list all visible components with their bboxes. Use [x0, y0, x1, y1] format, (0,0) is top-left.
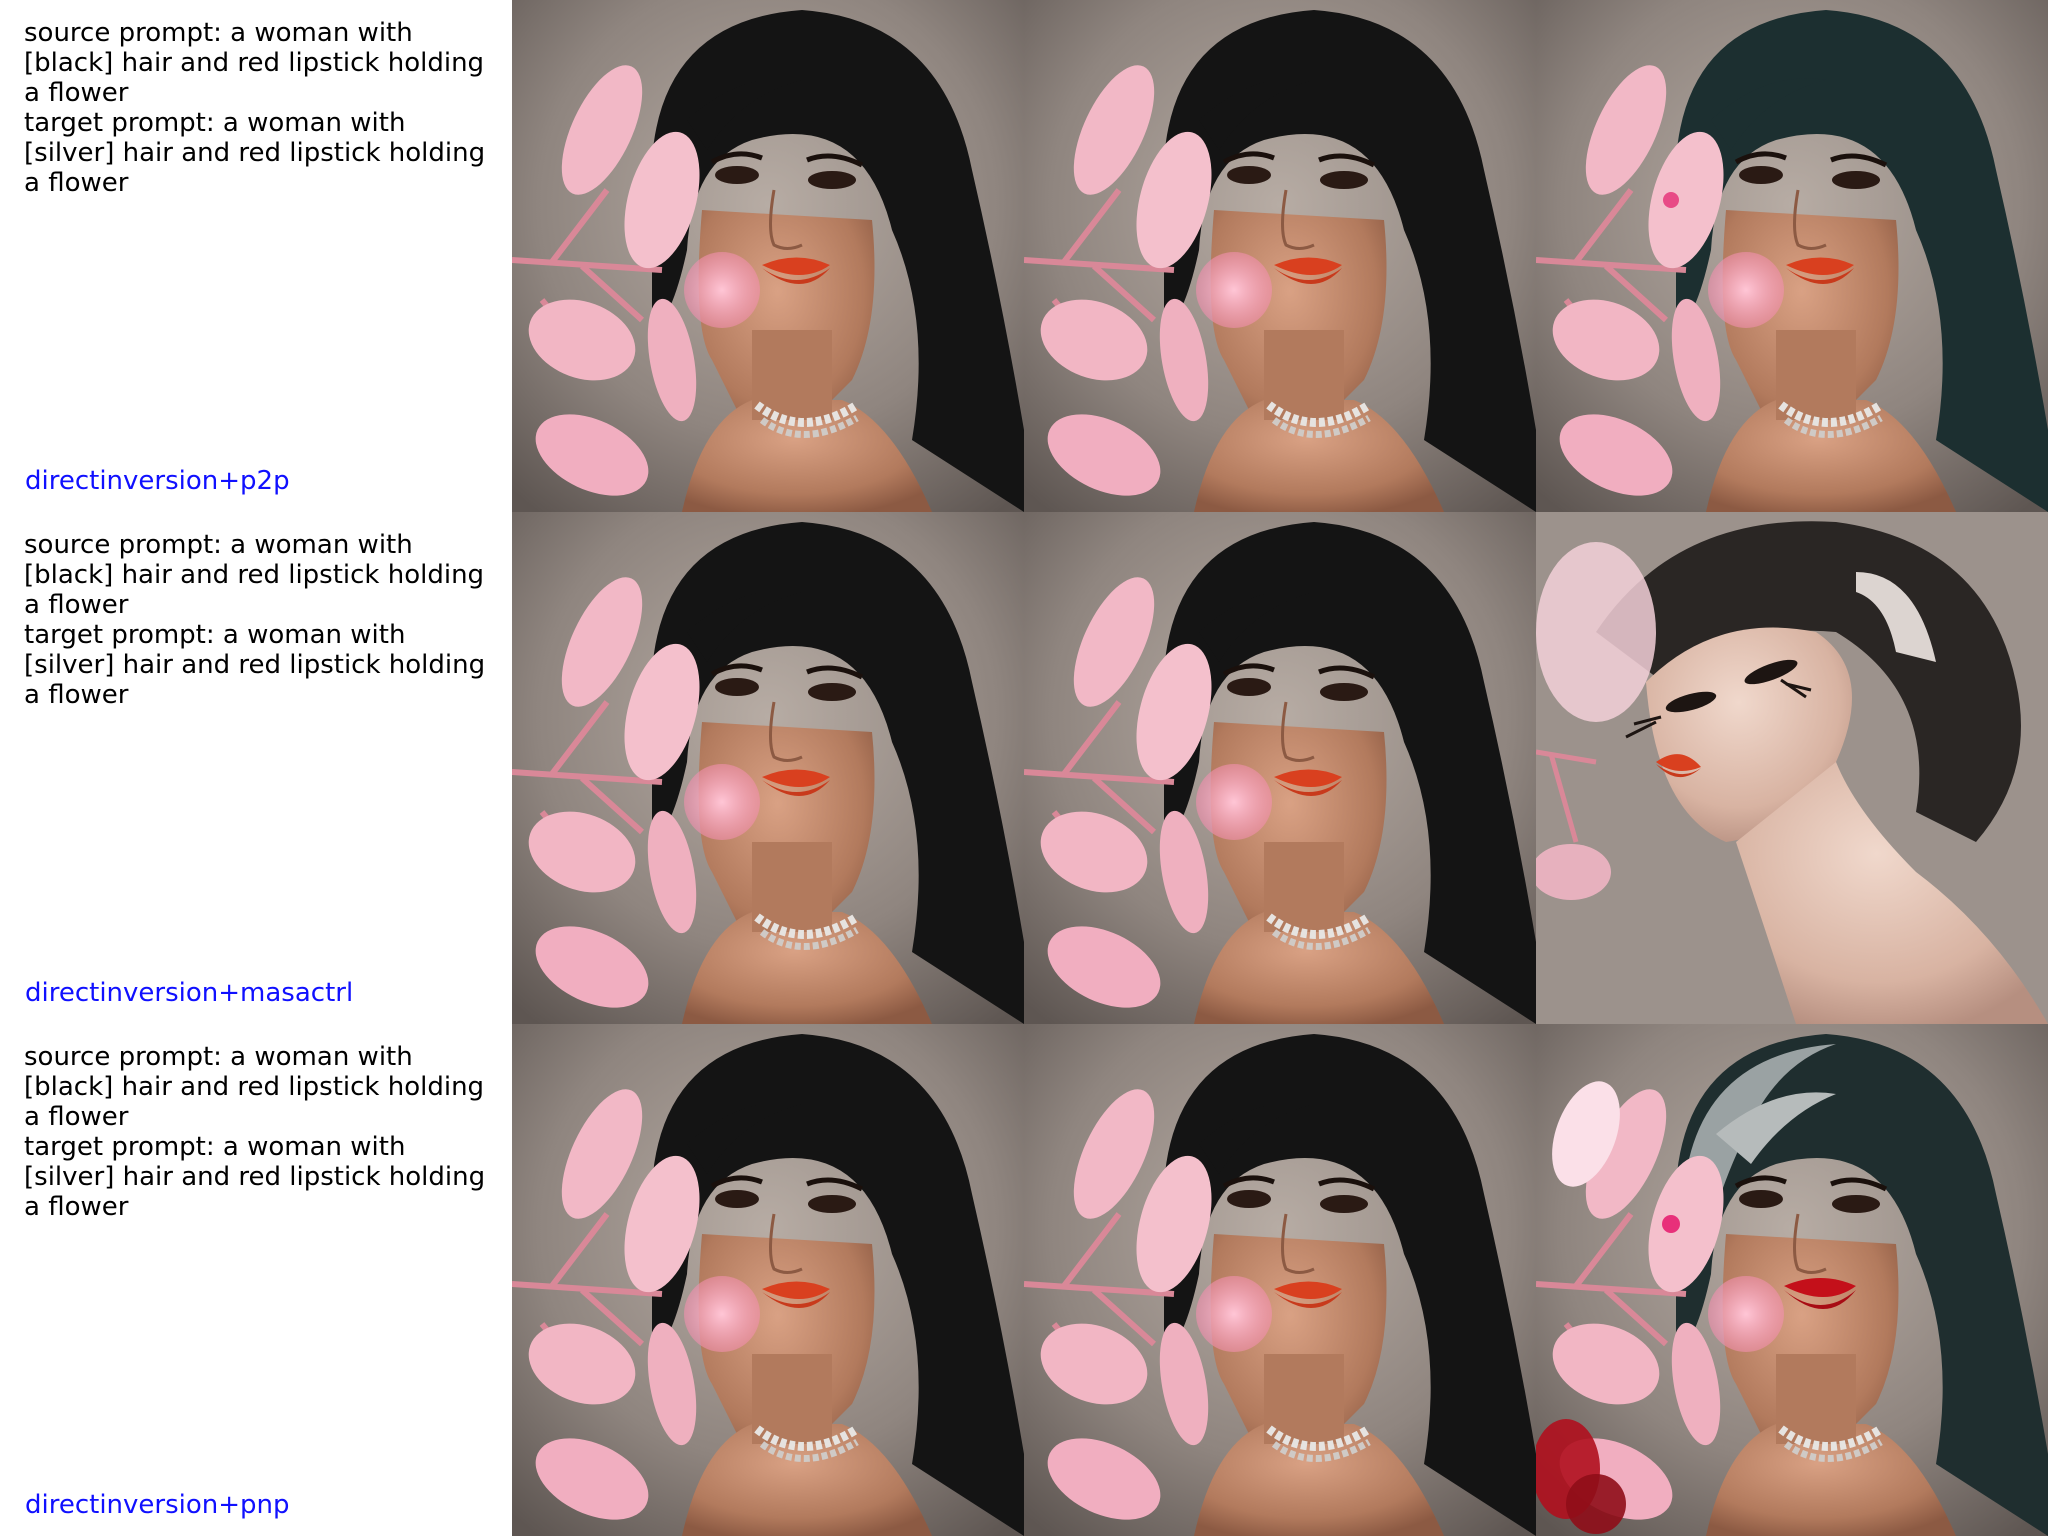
edited-image	[1536, 0, 2048, 512]
result-row-p2p: source prompt: a woman with [black] hair…	[0, 0, 2048, 512]
source-prompt: source prompt: a woman with [black] hair…	[24, 1042, 485, 1132]
source-image	[512, 1024, 1024, 1536]
reconstructed-image	[1024, 512, 1536, 1024]
prompt-panel: source prompt: a woman with [black] hair…	[0, 0, 512, 512]
method-label: directinversion+pnp	[25, 1490, 290, 1520]
prompt-text: source prompt: a woman with [black] hair…	[24, 1042, 504, 1222]
result-row-masactrl: source prompt: a woman with [black] hair…	[0, 512, 2048, 1024]
source-prompt: source prompt: a woman with [black] hair…	[24, 530, 485, 620]
prompt-panel: source prompt: a woman with [black] hair…	[0, 1024, 512, 1536]
reconstructed-image	[1024, 0, 1536, 512]
result-row-pnp: source prompt: a woman with [black] hair…	[0, 1024, 2048, 1536]
target-prompt: target prompt: a woman with [silver] hai…	[24, 108, 486, 198]
edited-image	[1536, 512, 2048, 1024]
source-image	[512, 0, 1024, 512]
target-prompt: target prompt: a woman with [silver] hai…	[24, 1132, 486, 1222]
prompt-panel: source prompt: a woman with [black] hair…	[0, 512, 512, 1024]
prompt-text: source prompt: a woman with [black] hair…	[24, 18, 504, 198]
method-label: directinversion+masactrl	[25, 978, 354, 1008]
method-label: directinversion+p2p	[25, 466, 290, 496]
source-prompt: source prompt: a woman with [black] hair…	[24, 18, 485, 108]
prompt-text: source prompt: a woman with [black] hair…	[24, 530, 504, 710]
reconstructed-image	[1024, 1024, 1536, 1536]
edited-image	[1536, 1024, 2048, 1536]
source-image	[512, 512, 1024, 1024]
target-prompt: target prompt: a woman with [silver] hai…	[24, 620, 486, 710]
